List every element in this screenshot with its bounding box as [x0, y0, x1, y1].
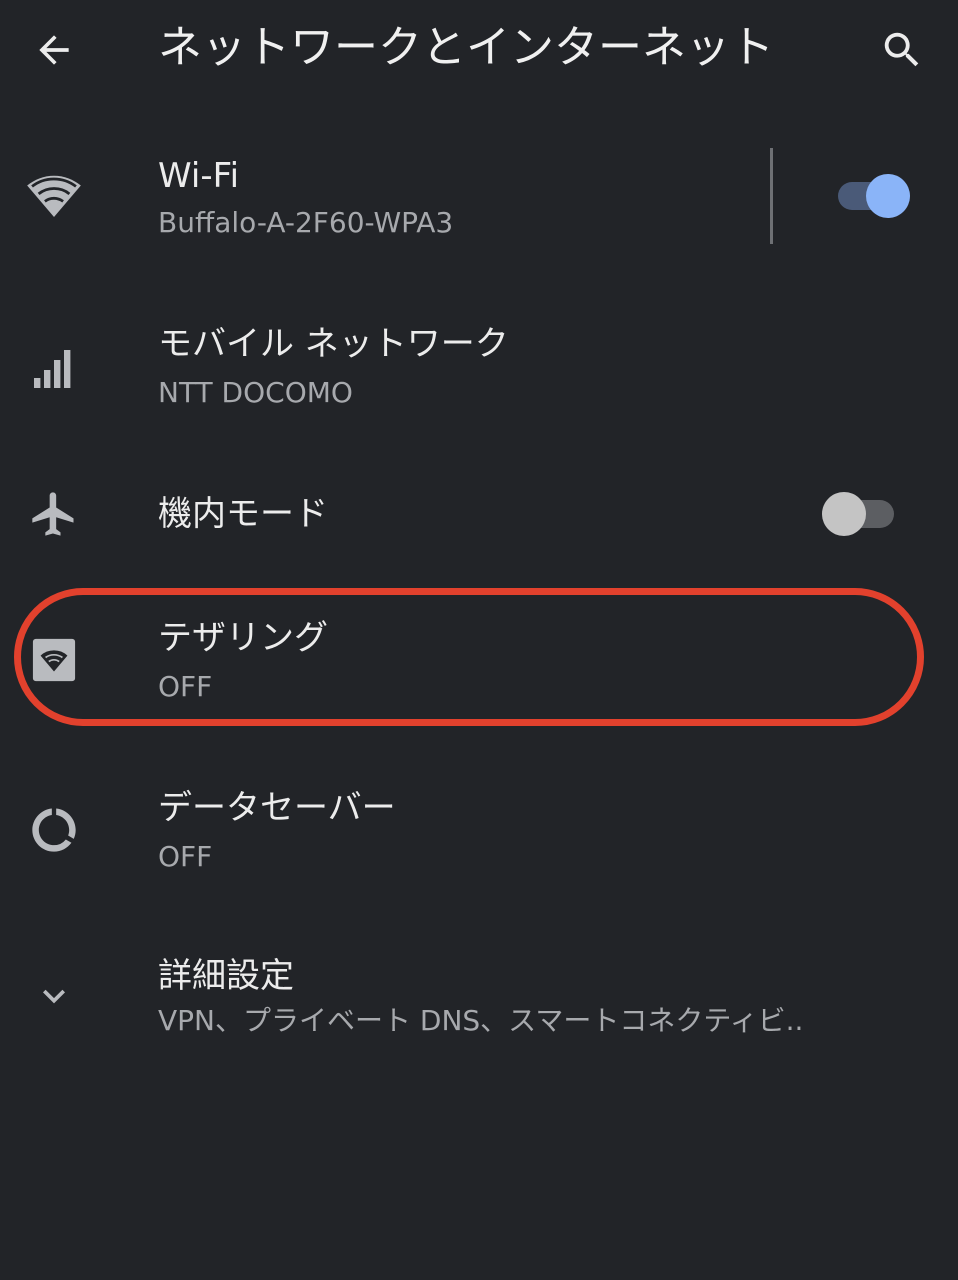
chevron-down-icon [43, 989, 65, 1004]
wifi-icon [27, 175, 81, 217]
mobile-network-title: モバイル ネットワーク [158, 324, 509, 364]
advanced-settings-summary: VPN、プライベート DNS、スマートコネクティビ.. [158, 1004, 804, 1037]
advanced-settings-title: 詳細設定 [158, 956, 294, 996]
airplane-mode-toggle[interactable] [822, 492, 898, 536]
page-title: ネットワークとインターネット [158, 22, 774, 73]
airplane-mode-row[interactable]: 機内モード [0, 470, 958, 560]
airplane-icon [32, 492, 74, 536]
data-saver-title: データセーバー [158, 788, 396, 828]
back-button[interactable] [24, 20, 84, 80]
wifi-toggle[interactable] [838, 174, 914, 218]
data-saver-icon [32, 808, 76, 852]
wifi-network-name: Buffalo-A-2F60-WPA3 [158, 206, 454, 239]
data-saver-status: OFF [158, 840, 213, 873]
mobile-carrier-name: NTT DOCOMO [158, 376, 353, 409]
wifi-title: Wi-Fi [158, 156, 240, 196]
hotspot-icon [32, 638, 76, 682]
tethering-title: テザリング [158, 618, 328, 658]
arrow-left-icon [39, 35, 69, 65]
mobile-network-row[interactable]: モバイル ネットワーク NTT DOCOMO [0, 310, 958, 425]
wifi-setting-row[interactable]: Wi-Fi Buffalo-A-2F60-WPA3 [0, 140, 958, 255]
advanced-settings-row[interactable]: 詳細設定 VPN、プライベート DNS、スマートコネクティビ.. [0, 940, 958, 1050]
data-saver-row[interactable]: データセーバー OFF [0, 770, 958, 885]
airplane-mode-title: 機内モード [158, 494, 328, 534]
signal-bars-icon [34, 350, 71, 388]
tethering-row[interactable]: テザリング OFF [0, 600, 958, 715]
tethering-status: OFF [158, 670, 213, 703]
search-icon [884, 32, 919, 67]
search-button[interactable] [870, 18, 934, 82]
row-divider [770, 148, 773, 244]
top-app-bar: ネットワークとインターネット [0, 0, 958, 100]
